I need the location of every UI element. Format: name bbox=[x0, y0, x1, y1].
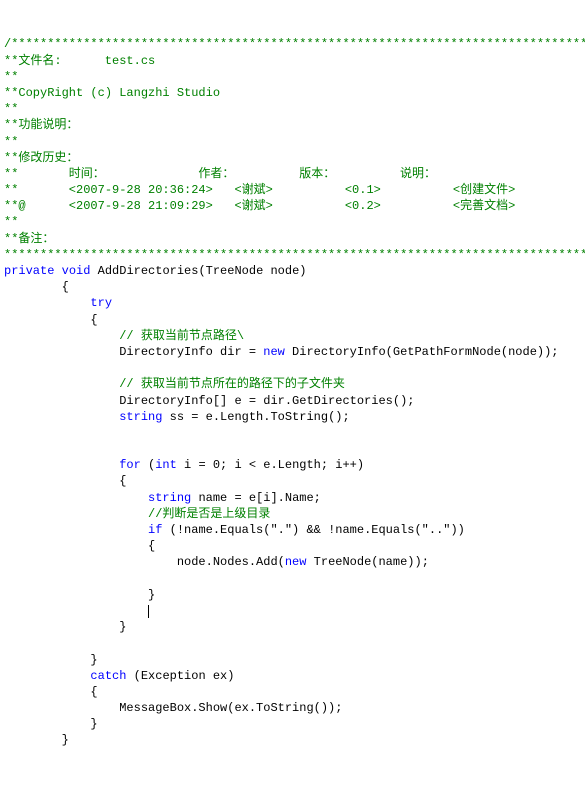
comment-line: **备注： bbox=[4, 232, 54, 246]
code-text bbox=[4, 410, 119, 424]
comment-line: **文件名: test.cs bbox=[4, 54, 155, 68]
code-text: DirectoryInfo dir = bbox=[4, 345, 263, 359]
code-text: name = e[i].Name; bbox=[191, 491, 321, 505]
comment-line: ** bbox=[4, 215, 18, 229]
code-text: DirectoryInfo[] e = dir.GetDirectories()… bbox=[4, 394, 414, 408]
brace: } bbox=[4, 620, 126, 634]
code-text: i = 0; i < e.Length; i++) bbox=[177, 458, 364, 472]
comment-line: /***************************************… bbox=[4, 37, 585, 51]
comment-line: **修改历史： bbox=[4, 151, 78, 165]
code-text: TreeNode(name)); bbox=[306, 555, 428, 569]
code-text bbox=[4, 523, 148, 537]
brace: } bbox=[4, 653, 98, 667]
brace: { bbox=[4, 474, 126, 488]
keyword-string: string bbox=[148, 491, 191, 505]
comment-line: ** bbox=[4, 135, 18, 149]
comment-line: **功能说明： bbox=[4, 118, 78, 132]
brace: { bbox=[4, 685, 98, 699]
brace: } bbox=[4, 588, 155, 602]
keyword-new: new bbox=[285, 555, 307, 569]
comment-line: ** bbox=[4, 70, 18, 84]
brace: { bbox=[4, 539, 155, 553]
brace: } bbox=[4, 733, 69, 747]
keyword-string: string bbox=[119, 410, 162, 424]
comment-line: ** 时间： 作者： 版本： 说明： bbox=[4, 167, 436, 181]
comment-line: ****************************************… bbox=[4, 248, 585, 262]
code-text: node.Nodes.Add( bbox=[4, 555, 285, 569]
keyword-new: new bbox=[263, 345, 285, 359]
code-text bbox=[4, 458, 119, 472]
keyword-try: try bbox=[90, 296, 112, 310]
code-text: ss = e.Length.ToString(); bbox=[162, 410, 349, 424]
keyword-int: int bbox=[155, 458, 177, 472]
comment-line: **@ <2007-9-28 21:09:29> <谢斌> <0.2> <完善文… bbox=[4, 199, 515, 213]
cursor bbox=[148, 605, 149, 618]
brace: { bbox=[4, 280, 69, 294]
code-text: (!name.Equals(".") && !name.Equals("..")… bbox=[162, 523, 464, 537]
comment-line: ** <2007-9-28 20:36:24> <谢斌> <0.1> <创建文件… bbox=[4, 183, 515, 197]
code-text: DirectoryInfo(GetPathFormNode(node)); bbox=[285, 345, 559, 359]
method-sig: AddDirectories(TreeNode node) bbox=[90, 264, 306, 278]
keyword-for: for bbox=[119, 458, 141, 472]
keyword-private: private bbox=[4, 264, 54, 278]
comment-line: ** bbox=[4, 102, 18, 116]
comment-line: // 获取当前节点路径\ bbox=[4, 329, 244, 343]
code-text bbox=[4, 491, 148, 505]
comment-line: // 获取当前节点所在的路径下的子文件夹 bbox=[4, 377, 345, 391]
keyword-if: if bbox=[148, 523, 162, 537]
brace: } bbox=[4, 717, 98, 731]
comment-line: //判断是否是上级目录 bbox=[4, 507, 270, 521]
code-text: MessageBox.Show(ex.ToString()); bbox=[4, 701, 342, 715]
comment-line: **CopyRight (c) Langzhi Studio bbox=[4, 86, 220, 100]
brace: { bbox=[4, 313, 98, 327]
code-text: ( bbox=[141, 458, 155, 472]
keyword-void: void bbox=[62, 264, 91, 278]
